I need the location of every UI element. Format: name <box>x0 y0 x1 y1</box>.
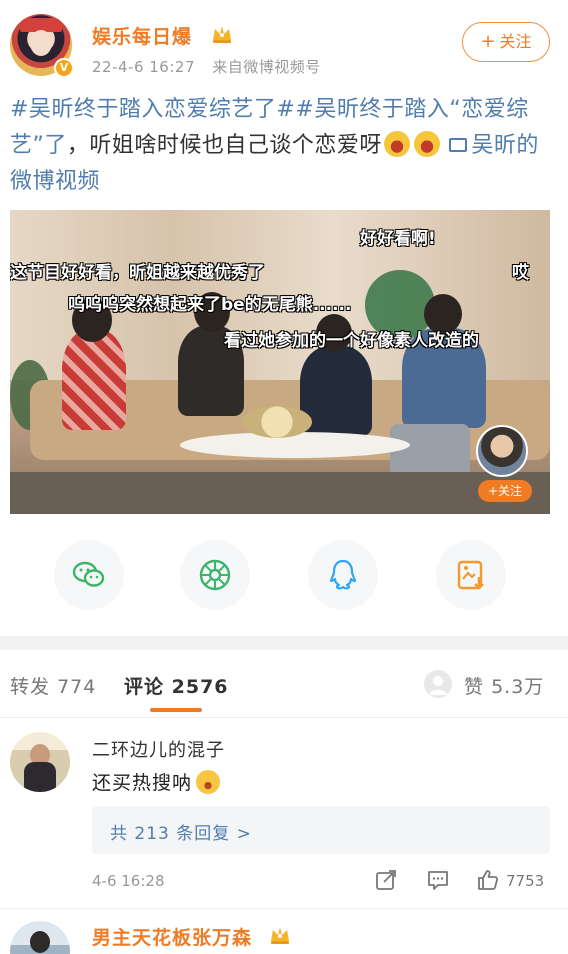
comment-item-next: 男主天花板张万森 <box>0 908 568 954</box>
video-player[interactable]: 好好看啊! 这节目好好看，昕姐越来越优秀了 哎 呜呜呜突然想起来了be的无尾熊.… <box>10 210 550 514</box>
laugh-cry-emoji-icon <box>383 131 410 157</box>
author-name[interactable]: 娱乐每日爆 <box>92 22 192 49</box>
active-tab-indicator <box>150 708 202 712</box>
commenter-name[interactable]: 二环边儿的混子 <box>92 736 225 762</box>
topic-link-1[interactable]: #吴昕终于踏入恋爱综艺了# <box>10 97 295 122</box>
tab-comment-count: 2576 <box>171 676 229 698</box>
share-qq-button[interactable] <box>308 540 378 610</box>
tab-repost-label: 转发 <box>10 676 51 698</box>
tab-like-count: 5.3万 <box>491 676 545 698</box>
share-comment-icon[interactable] <box>374 868 398 892</box>
crown-badge-icon <box>213 26 231 43</box>
comment-time: 4-6 16:28 <box>92 872 165 890</box>
comment-like-count: 7753 <box>506 872 545 890</box>
danmaku-4: 呜呜呜突然想起来了be的无尾熊...... <box>68 295 352 315</box>
video-creator-avatar[interactable] <box>476 425 528 477</box>
video-follow-chip[interactable]: +关注 <box>478 480 532 502</box>
commenter-avatar-body <box>24 762 56 792</box>
post-meta: 22-4-6 16:27 来自微博视频号 <box>92 56 321 77</box>
video-coffee-table <box>180 432 410 458</box>
avatar-face <box>30 30 52 56</box>
next-commenter-avatar-head <box>30 931 50 953</box>
next-commenter-avatar[interactable] <box>10 921 70 954</box>
danmaku-3: 哎 <box>512 263 529 283</box>
topic-link-2-open[interactable]: # <box>295 97 314 122</box>
follow-button[interactable]: + 关注 <box>462 22 550 62</box>
liker-avatar-icon <box>424 670 452 698</box>
post-text-body: ，听姐啥时候也自己谈个恋爱呀 <box>66 133 382 158</box>
save-image-icon <box>457 560 484 590</box>
wechat-icon <box>72 561 105 587</box>
post-date: 22-4-6 16:27 <box>92 58 195 76</box>
comment-text: 还买热搜呐 <box>92 768 221 795</box>
crown-badge-icon-2 <box>271 927 289 944</box>
tab-comment-label: 评论 <box>124 676 165 698</box>
author-avatar[interactable]: V <box>10 14 74 78</box>
comment-item: 二环边儿的混子 还买热搜呐 共 213 条回复 > 4-6 16:28 7753 <box>0 718 568 908</box>
post-header: V 娱乐每日爆 22-4-6 16:27 来自微博视频号 + 关注 <box>0 0 568 90</box>
share-wechat-button[interactable] <box>54 540 124 610</box>
post-source[interactable]: 来自微博视频号 <box>212 58 321 76</box>
engagement-tabs: 转发 774 评论 2576 赞 5.3万 <box>0 650 568 718</box>
reply-comment-icon[interactable] <box>426 868 450 892</box>
replies-link[interactable]: 共 213 条回复 > <box>110 819 252 844</box>
video-person-1 <box>62 330 126 430</box>
moments-icon <box>199 559 231 591</box>
tab-like-label: 赞 <box>464 676 485 698</box>
tab-like[interactable]: 赞 5.3万 <box>464 672 544 699</box>
laugh-cry-emoji-icon-2 <box>413 131 440 157</box>
danmaku-1: 好好看啊! <box>360 229 436 249</box>
tab-repost-count: 774 <box>57 676 97 698</box>
like-comment-icon[interactable] <box>476 868 500 892</box>
section-divider <box>0 636 568 650</box>
share-moments-button[interactable] <box>180 540 250 610</box>
post-body: #吴昕终于踏入恋爱综艺了##吴昕终于踏入“恋爱综艺”了，听姐啥时候也自己谈个恋爱… <box>10 92 550 200</box>
qq-icon <box>329 559 357 590</box>
video-link-icon <box>449 138 468 152</box>
verified-badge-icon: V <box>54 58 74 78</box>
tab-repost[interactable]: 转发 774 <box>10 672 96 699</box>
next-commenter-name[interactable]: 男主天花板张万森 <box>92 923 252 950</box>
share-row <box>0 540 568 616</box>
plus-icon: + <box>480 31 496 52</box>
surprised-emoji-icon <box>196 770 221 794</box>
comment-text-body: 还买热搜呐 <box>92 772 193 794</box>
video-flowers <box>242 406 312 438</box>
share-save-image-button[interactable] <box>436 540 506 610</box>
commenter-avatar[interactable] <box>10 732 70 792</box>
danmaku-2: 这节目好好看，昕姐越来越优秀了 <box>10 263 265 283</box>
danmaku-5: 看过她参加的一个好像素人改造的 <box>224 331 479 351</box>
tab-comment[interactable]: 评论 2576 <box>124 672 229 699</box>
replies-box[interactable]: 共 213 条回复 > <box>92 806 550 854</box>
follow-label: 关注 <box>499 32 532 51</box>
video-floor <box>10 472 550 514</box>
